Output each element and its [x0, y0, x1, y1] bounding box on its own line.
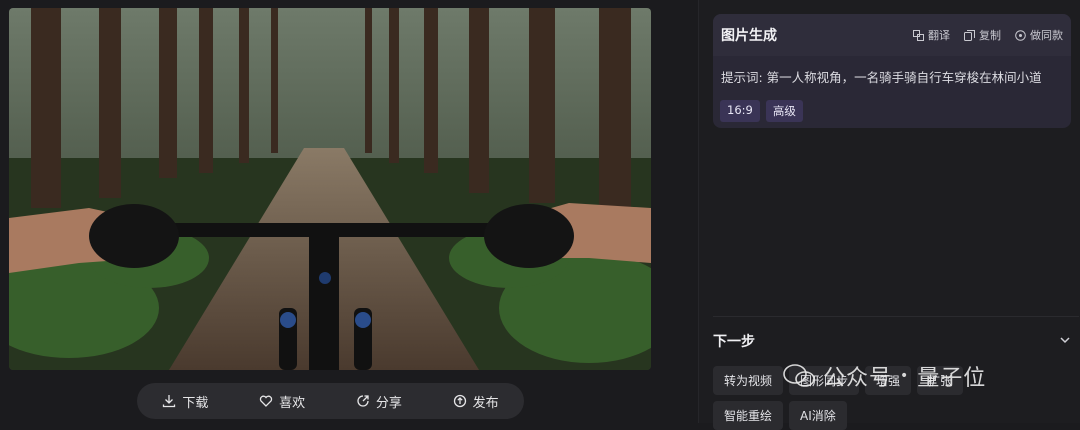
wechat-logo-icon — [783, 364, 815, 387]
translate-icon — [913, 29, 924, 41]
same-style-label: 做同款 — [1030, 29, 1063, 42]
chevron-down-icon[interactable] — [1059, 334, 1071, 346]
ai-erase-button[interactable]: AI消除 — [789, 401, 847, 430]
to-video-button[interactable]: 转为视频 — [713, 366, 784, 395]
prompt-text: 提示词: 第一人称视角，一名骑手骑自行车穿梭在林间小道 — [721, 70, 1042, 85]
image-action-bar: 下载 喜欢 分享 发布 — [137, 383, 524, 419]
forest-bike-photo — [9, 8, 651, 370]
download-icon — [163, 395, 176, 408]
next-step-title: 下一步 — [713, 334, 755, 350]
image-preview-pane: 下载 喜欢 分享 发布 — [0, 0, 698, 423]
watermark: 公众号 • 量子位 — [783, 360, 986, 392]
download-button[interactable]: 下载 — [162, 392, 208, 411]
publish-button[interactable]: 发布 — [453, 392, 499, 411]
gen-card-actions: 翻译 复制 做同款 — [913, 27, 1063, 43]
translate-button[interactable]: 翻译 — [913, 27, 950, 43]
watermark-left: 公众号 — [823, 366, 893, 391]
translate-label: 翻译 — [928, 29, 950, 42]
quality-tag[interactable]: 高级 — [765, 100, 803, 122]
smart-redraw-button[interactable]: 智能重绘 — [713, 401, 784, 430]
image-generation-card: 图片生成 翻译 复制 做同款 提示词: 第一人称视角，一名骑手骑自行车穿梭在林间… — [713, 14, 1071, 128]
like-label: 喜欢 — [279, 395, 306, 411]
gen-card-title: 图片生成 — [721, 28, 777, 44]
download-label: 下载 — [182, 395, 209, 411]
heart-icon — [259, 395, 273, 407]
gen-card-header: 图片生成 翻译 复制 做同款 — [713, 14, 1071, 56]
share-label: 分享 — [375, 395, 402, 411]
palette-icon — [1015, 29, 1026, 41]
copy-icon — [964, 29, 975, 41]
publish-label: 发布 — [472, 395, 499, 411]
publish-icon — [453, 394, 466, 408]
copy-label: 复制 — [979, 29, 1001, 42]
next-step-row-2: 智能重绘 AI消除 — [713, 401, 847, 430]
watermark-dot: • — [900, 368, 910, 384]
same-style-button[interactable]: 做同款 — [1015, 27, 1063, 43]
share-button[interactable]: 分享 — [356, 392, 402, 411]
share-icon — [357, 395, 369, 407]
watermark-right: 量子位 — [917, 366, 987, 391]
gen-tags: 16:9 高级 — [720, 100, 803, 122]
like-button[interactable]: 喜欢 — [259, 392, 305, 411]
section-divider — [713, 316, 1079, 317]
generated-image[interactable] — [9, 8, 651, 370]
copy-button[interactable]: 复制 — [964, 27, 1001, 43]
aspect-ratio-tag[interactable]: 16:9 — [720, 100, 760, 122]
